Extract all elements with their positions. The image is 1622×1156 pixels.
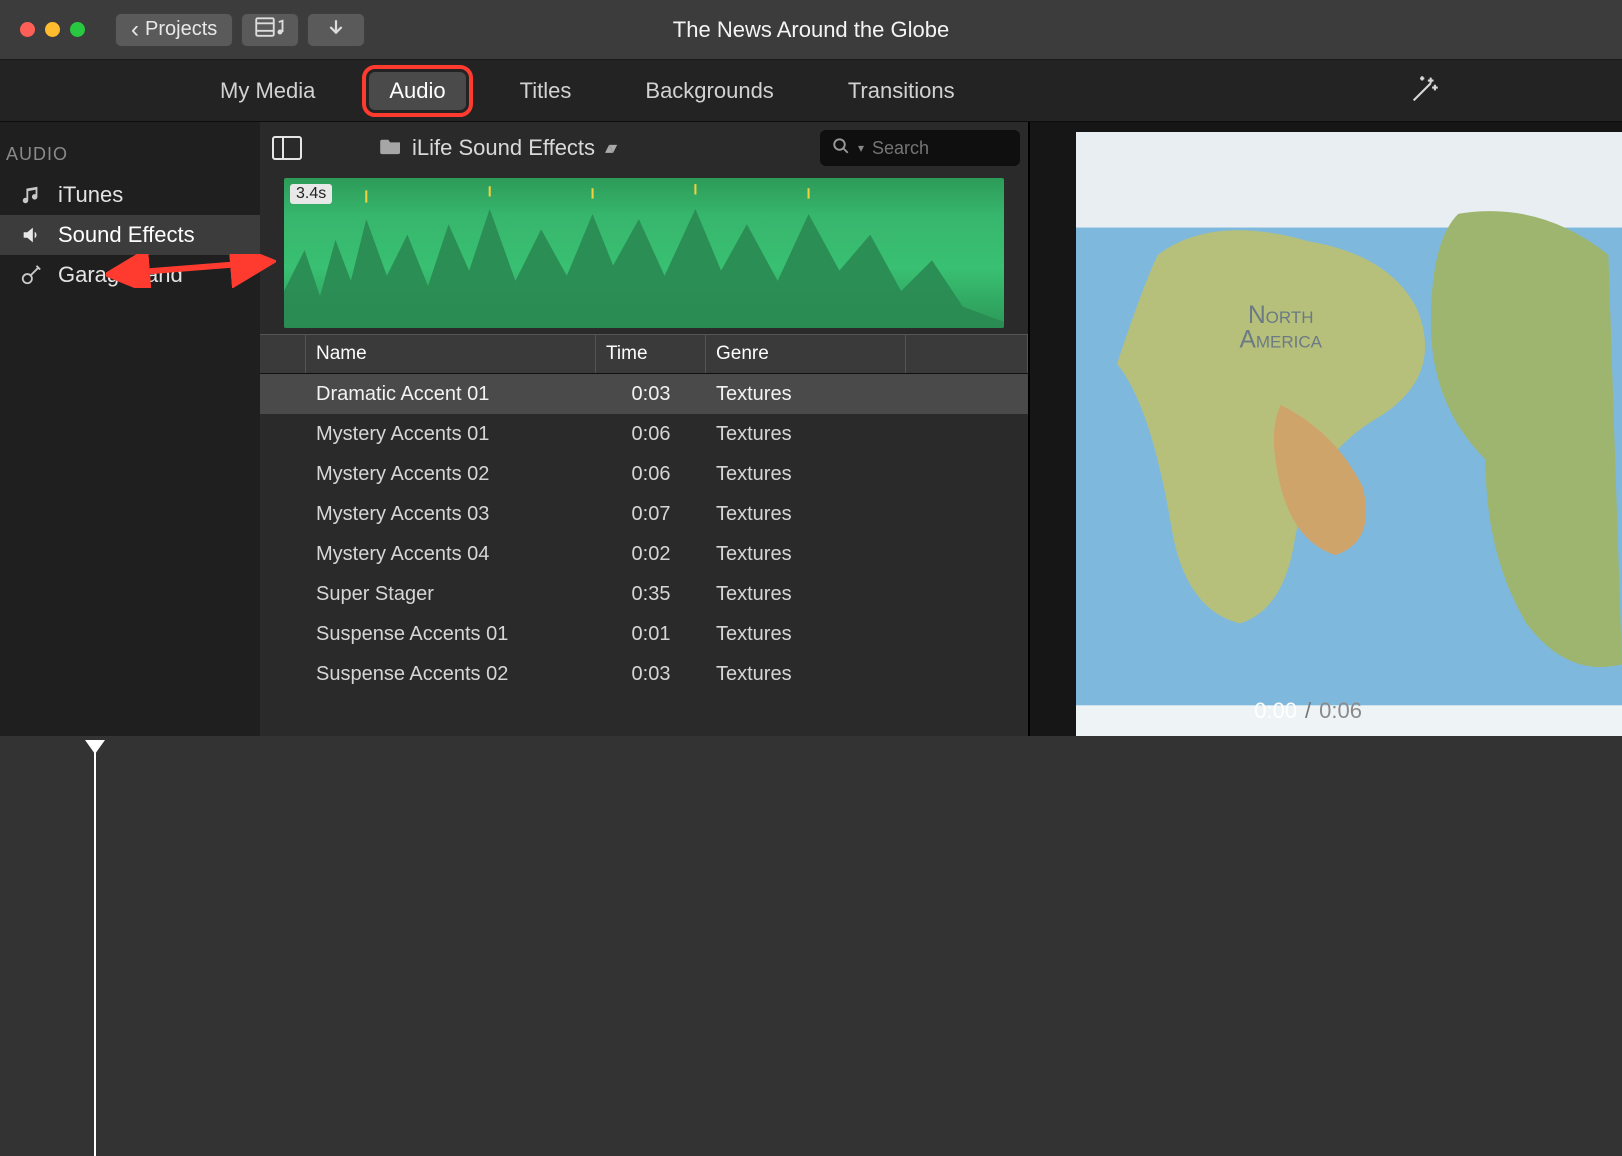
cell-time: 0:06 xyxy=(596,463,706,486)
library-tab-strip: My Media Audio Titles Backgrounds Transi… xyxy=(0,60,1622,122)
cell-name: Mystery Accents 03 xyxy=(306,503,596,526)
title-bar: ‹ Projects The News Around the Globe xyxy=(0,0,1622,60)
toggle-sidebar-button[interactable] xyxy=(268,132,306,164)
table-row[interactable]: Mystery Accents 020:06Textures xyxy=(260,454,1028,494)
table-row[interactable]: Suspense Accents 010:01Textures xyxy=(260,614,1028,654)
cell-time: 0:03 xyxy=(596,383,706,406)
world-map-thumbnail: North America xyxy=(1076,132,1622,787)
window-controls xyxy=(20,22,85,37)
tab-label: My Media xyxy=(220,78,315,103)
table-row[interactable]: Mystery Accents 030:07Textures xyxy=(260,494,1028,534)
cell-genre: Textures xyxy=(706,463,906,486)
cell-time: 0:06 xyxy=(596,423,706,446)
cell-name: Mystery Accents 02 xyxy=(306,463,596,486)
sidebar-item-itunes[interactable]: iTunes xyxy=(0,175,260,215)
tab-label: Titles xyxy=(520,78,572,103)
cell-genre: Textures xyxy=(706,583,906,606)
waveform-graphic xyxy=(284,178,1004,328)
album-selector[interactable]: iLife Sound Effects ▴▾ xyxy=(380,135,613,161)
tab-transitions[interactable]: Transitions xyxy=(828,72,975,110)
table-row[interactable]: Mystery Accents 040:02Textures xyxy=(260,534,1028,574)
up-down-chevron-icon: ▴▾ xyxy=(605,138,613,158)
zoom-window-button[interactable] xyxy=(70,22,85,37)
tab-backgrounds[interactable]: Backgrounds xyxy=(625,72,793,110)
time-separator: / xyxy=(1305,698,1311,724)
album-label: iLife Sound Effects xyxy=(412,135,595,161)
cell-time: 0:07 xyxy=(596,503,706,526)
cell-time: 0:02 xyxy=(596,543,706,566)
magic-wand-icon[interactable] xyxy=(1408,72,1442,111)
search-input[interactable] xyxy=(872,138,1008,159)
cell-genre: Textures xyxy=(706,623,906,646)
close-window-button[interactable] xyxy=(20,22,35,37)
tab-audio[interactable]: Audio xyxy=(369,72,465,110)
search-chevron-icon: ▾ xyxy=(858,141,864,155)
speaker-icon xyxy=(18,224,44,246)
current-time: 0:00 xyxy=(1254,698,1297,724)
cell-genre: Textures xyxy=(706,663,906,686)
folder-icon xyxy=(380,135,402,161)
total-time: 0:06 xyxy=(1319,698,1362,724)
table-row[interactable]: Suspense Accents 020:03Textures xyxy=(260,654,1028,694)
cell-genre: Textures xyxy=(706,383,906,406)
cell-genre: Textures xyxy=(706,423,906,446)
cell-time: 0:35 xyxy=(596,583,706,606)
download-arrow-icon xyxy=(327,18,345,42)
cell-genre: Textures xyxy=(706,503,906,526)
tab-label: Audio xyxy=(389,78,445,103)
cell-genre: Textures xyxy=(706,543,906,566)
waveform-preview[interactable]: 3.4s xyxy=(284,178,1004,328)
table-row[interactable]: Super Stager0:35Textures xyxy=(260,574,1028,614)
tab-label: Transitions xyxy=(848,78,955,103)
table-header: Name Time Genre xyxy=(260,334,1028,374)
col-header-name[interactable]: Name xyxy=(306,335,596,373)
table-row[interactable]: Dramatic Accent 010:03Textures xyxy=(260,374,1028,414)
main-area: AUDIO iTunes Sound Effects GarageBand xyxy=(0,122,1622,686)
cell-name: Suspense Accents 02 xyxy=(306,663,596,686)
sidebar-item-label: iTunes xyxy=(58,182,123,208)
cell-time: 0:03 xyxy=(596,663,706,686)
guitar-icon xyxy=(18,264,44,286)
media-mode-button[interactable] xyxy=(241,13,299,47)
tab-label: Backgrounds xyxy=(645,78,773,103)
preview-viewport[interactable]: North America xyxy=(1076,132,1622,787)
sidebar-item-sound-effects[interactable]: Sound Effects xyxy=(0,215,260,255)
cell-name: Dramatic Accent 01 xyxy=(306,383,596,406)
import-button[interactable] xyxy=(307,13,365,47)
search-field[interactable]: ▾ xyxy=(820,130,1020,166)
sidebar-item-garageband[interactable]: GarageBand xyxy=(0,255,260,295)
playhead[interactable] xyxy=(94,742,96,1156)
sidebar-item-label: GarageBand xyxy=(58,262,183,288)
sidebar-item-label: Sound Effects xyxy=(58,222,195,248)
cell-name: Super Stager xyxy=(306,583,596,606)
tab-my-media[interactable]: My Media xyxy=(200,72,335,110)
tab-titles[interactable]: Titles xyxy=(500,72,592,110)
search-icon xyxy=(832,137,850,160)
cell-name: Mystery Accents 04 xyxy=(306,543,596,566)
minimize-window-button[interactable] xyxy=(45,22,60,37)
projects-back-button[interactable]: ‹ Projects xyxy=(115,13,233,47)
filmstrip-music-icon xyxy=(255,17,285,43)
chevron-left-icon: ‹ xyxy=(131,16,139,44)
svg-text:North: North xyxy=(1248,302,1314,329)
col-header-time[interactable]: Time xyxy=(596,335,706,373)
cell-time: 0:01 xyxy=(596,623,706,646)
browser-toolbar: iLife Sound Effects ▴▾ ▾ xyxy=(260,122,1028,174)
projects-label: Projects xyxy=(145,18,217,41)
col-header-genre[interactable]: Genre xyxy=(706,335,906,373)
sidebar-heading: AUDIO xyxy=(0,138,260,175)
cell-name: Suspense Accents 01 xyxy=(306,623,596,646)
timeline[interactable] xyxy=(0,736,1622,1156)
table-row[interactable]: Mystery Accents 010:06Textures xyxy=(260,414,1028,454)
music-note-icon xyxy=(18,184,44,206)
cell-name: Mystery Accents 01 xyxy=(306,423,596,446)
svg-text:America: America xyxy=(1240,327,1323,354)
